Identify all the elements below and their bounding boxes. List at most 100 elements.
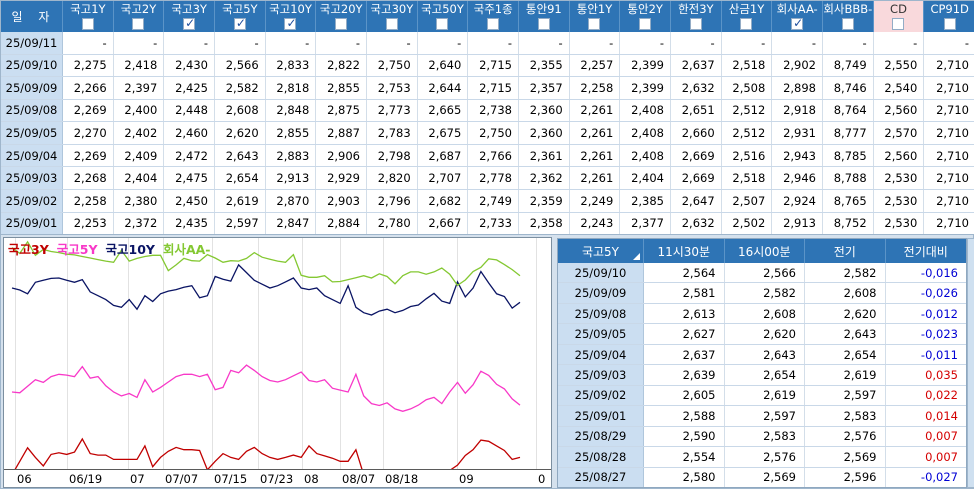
vertical-scrollbar[interactable] [967,238,974,488]
column-header-18[interactable]: CP91D [924,1,974,32]
table-row[interactable]: 25/09/01 2,253 2,372 2,435 2,597 2,847 2,884 2,… [1,212,974,235]
column-checkbox[interactable] [639,18,652,30]
detail-row[interactable]: 25/09/01 2,588 2,597 2,583 0,014 [558,406,966,427]
detail-row[interactable]: 25/09/04 2,637 2,643 2,654 -0,011 [558,344,966,366]
detail-row[interactable]: 25/08/27 2,580 2,569 2,596 -0,027 [558,467,966,487]
detail-row[interactable]: 25/09/02 2,605 2,619 2,597 0,022 [558,385,966,407]
detail-header-3[interactable]: 16시00분 [725,239,805,263]
column-checkbox[interactable] [740,18,753,30]
value-cell: 2,258 [63,189,114,212]
column-checkbox[interactable] [943,18,956,30]
column-checkbox[interactable] [892,18,905,30]
value-cell: 2,682 [418,189,469,212]
column-checkbox[interactable] [841,18,854,30]
value-cell: - [620,32,671,54]
x-tick-label: 08/18 [385,472,419,486]
column-header-11[interactable]: 통안1Y [570,1,621,32]
column-header-1[interactable]: 국고1Y [63,1,114,32]
column-checkbox[interactable] [436,18,449,30]
value-cell: - [570,32,621,54]
date-cell: 25/09/08 [558,303,644,324]
column-checkbox[interactable] [81,18,94,30]
value-cell: 2,448 [164,99,215,122]
value-cell: 2,516 [722,144,773,167]
table-row[interactable]: 25/09/05 2,270 2,402 2,460 2,620 2,855 2,887 2,… [1,122,974,145]
detail-header-2[interactable]: 11시30분 [644,239,725,263]
value-cell: 2,710 [936,171,969,186]
value-cell: 2,848 [266,99,317,122]
detail-header-1[interactable]: 국고5Y [558,239,644,263]
detail-row[interactable]: 25/09/03 2,639 2,654 2,619 0,035 [558,365,966,386]
detail-header-4[interactable]: 전기 [805,239,886,263]
value-cell: 2,597 [215,212,266,235]
detail-row[interactable]: 25/08/29 2,590 2,583 2,576 0,007 [558,426,966,448]
column-checkbox[interactable] [385,18,398,30]
sort-indicator-icon [633,253,640,260]
detail-row[interactable]: 25/09/10 2,564 2,566 2,582 -0,016 [558,263,966,284]
column-header-10[interactable]: 통안91 [519,1,570,32]
value-1600-cell: 2,643 [725,344,805,365]
column-checkbox[interactable] [588,18,601,30]
column-header-8[interactable]: 국고50Y [418,1,469,32]
value-cell: 2,902 [772,54,823,77]
detail-row[interactable]: 25/08/28 2,554 2,576 2,569 0,007 [558,447,966,468]
value-cell: 2,715 [468,54,519,77]
column-header-14[interactable]: 산금1Y [722,1,773,32]
column-header-4[interactable]: 국고5Y [215,1,266,32]
diff-cell: -0,026 [920,286,958,301]
detail-row[interactable]: 25/09/05 2,627 2,620 2,643 -0,023 [558,324,966,345]
column-checkbox[interactable] [791,16,803,30]
column-header-13[interactable]: 한전3Y [671,1,722,32]
column-checkbox[interactable] [284,16,297,30]
column-checkbox[interactable] [132,18,145,30]
column-header-12[interactable]: 통안2Y [620,1,671,32]
value-1600-cell: 2,576 [725,447,805,467]
value-cell: 2,903 [316,189,367,212]
column-header-2[interactable]: 국고2Y [114,1,165,32]
column-header-16[interactable]: 회사BBB- [823,1,874,32]
column-header-label: 국주1종 [473,2,513,16]
date-cell: 25/09/02 [558,385,644,406]
value-cell: 2,508 [722,77,773,99]
table-row[interactable]: 25/09/11- - - - - - - - - - - - - - - - - - [1,32,974,55]
column-header-5[interactable]: 국고10Y [266,1,317,32]
column-checkbox[interactable] [537,18,550,30]
column-header-9[interactable]: 국주1종 [468,1,519,32]
value-cell: 2,687 [418,144,469,167]
column-header-3[interactable]: 국고3Y [164,1,215,32]
x-tick-label: 09 [459,472,474,486]
column-header-15[interactable]: 회사AA- [772,1,823,32]
column-checkbox[interactable] [233,16,246,30]
value-cell: 8,746 [823,77,874,99]
prev-value-cell: 2,583 [805,406,886,426]
table-row[interactable]: 25/09/02 2,258 2,380 2,450 2,619 2,870 2,903 2,… [1,189,974,213]
table-row[interactable]: 25/09/09 2,266 2,397 2,425 2,582 2,818 2,855 2,… [1,77,974,100]
table-row[interactable]: 25/09/08 2,269 2,400 2,448 2,608 2,848 2,875 2,… [1,99,974,123]
detail-header-5[interactable]: 전기대비 [886,239,967,263]
column-checkbox[interactable] [183,16,195,30]
column-header-6[interactable]: 국고20Y [316,1,367,32]
value-cell: 2,475 [164,167,215,189]
column-header-17[interactable]: CD [873,1,925,32]
column-checkbox[interactable] [335,18,348,30]
value-cell: 2,359 [519,189,570,212]
column-header-7[interactable]: 국고30Y [367,1,418,32]
value-cell: 2,883 [266,144,317,167]
value-cell: 2,855 [266,122,317,144]
column-checkbox[interactable] [487,18,500,30]
detail-row[interactable]: 25/09/08 2,613 2,608 2,620 -0,012 [558,303,966,325]
table-row[interactable]: 25/09/04 2,269 2,409 2,472 2,643 2,883 2,906 2,… [1,144,974,168]
value-cell: 8,749 [823,54,874,77]
table-row[interactable]: 25/09/03 2,268 2,404 2,475 2,654 2,913 2,929 2,… [1,167,974,190]
value-cell: 2,361 [519,144,570,167]
value-cell: 2,647 [671,189,722,212]
value-cell: 2,669 [671,144,722,167]
column-checkbox[interactable] [689,18,702,30]
value-cell: 2,887 [316,122,367,144]
column-header-label: CD [890,2,907,16]
value-cell: - [114,32,165,54]
detail-row[interactable]: 25/09/09 2,581 2,582 2,608 -0,026 [558,283,966,304]
daily-yield-table: 일 자 국고1Y 국고2Y 국고3Y 국고5Y 국고10Y 국고20Y 국고30Y 국고50Y 국… [1,1,974,235]
value-1600-cell: 2,597 [725,406,805,426]
table-row[interactable]: 25/09/10 2,275 2,418 2,430 2,566 2,833 2,822 2,… [1,54,974,78]
